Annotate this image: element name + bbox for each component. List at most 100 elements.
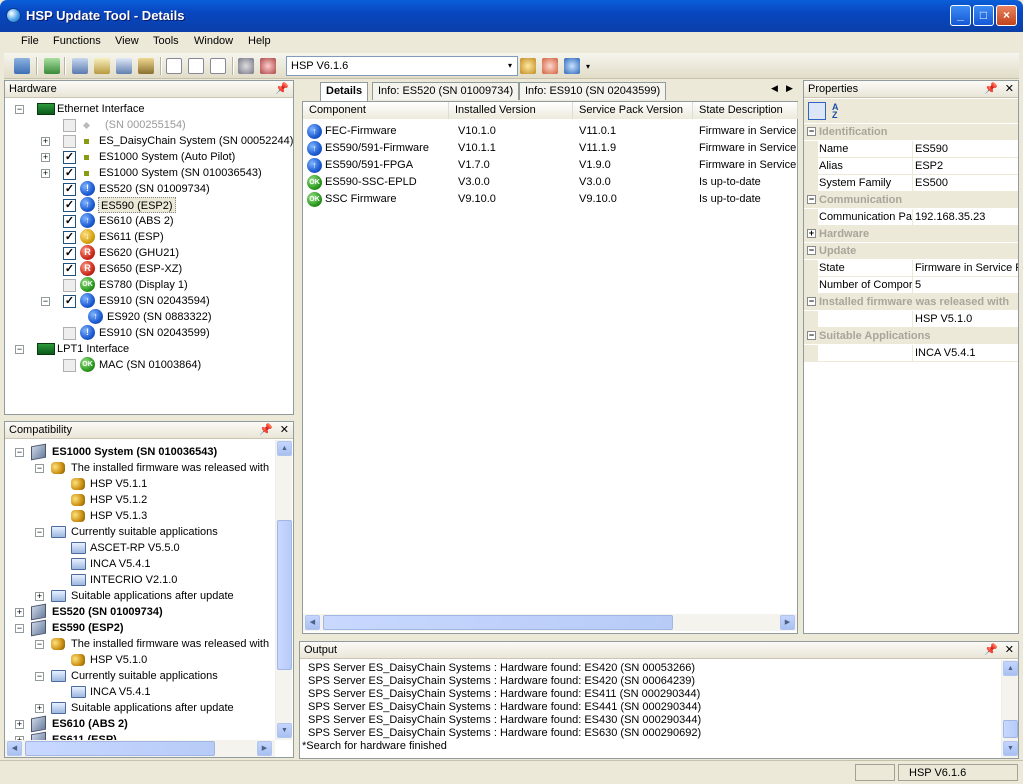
tree-item-es920[interactable]: ES920 (SN 0883322): [107, 309, 212, 325]
tree-item-es780[interactable]: ES780 (Display 1): [99, 277, 188, 293]
expand-toggle[interactable]: +: [35, 592, 44, 601]
checkbox[interactable]: [63, 279, 76, 292]
tab-info-es910[interactable]: Info: ES910 (SN 02043599): [519, 82, 667, 100]
toolbar-overflow-icon[interactable]: ▾: [586, 62, 590, 71]
column-header-installed[interactable]: Installed Version: [449, 102, 573, 119]
tab-scroll-left-icon[interactable]: ◀: [771, 83, 778, 94]
compat-current-apps[interactable]: Currently suitable applications: [71, 524, 218, 540]
minimize-button[interactable]: _: [950, 5, 971, 26]
checkbox[interactable]: [63, 135, 76, 148]
tree-item-es910-599[interactable]: ES910 (SN 02043599): [99, 325, 210, 341]
expand-toggle[interactable]: +: [15, 720, 24, 729]
tree-item-mac[interactable]: MAC (SN 01003864): [99, 357, 201, 373]
tree-item-es1000-sn[interactable]: ES1000 System (SN 010036543): [99, 165, 262, 181]
scroll-down-arrow[interactable]: ▼: [1003, 741, 1018, 756]
compat-firmware-released[interactable]: The installed firmware was released with: [71, 636, 269, 652]
tab-info-es520[interactable]: Info: ES520 (SN 01009734): [372, 82, 520, 100]
prop-state-value[interactable]: Firmware in Service P: [914, 260, 1018, 276]
report-icon[interactable]: [210, 58, 226, 74]
prop-alias-value[interactable]: ESP2: [914, 158, 943, 174]
scroll-down-arrow[interactable]: ▼: [277, 723, 292, 738]
column-header-component[interactable]: Component: [303, 102, 449, 119]
window-icon[interactable]: [116, 58, 132, 74]
hsp-tools-icon[interactable]: [520, 58, 536, 74]
pin-icon[interactable]: 📌: [984, 643, 998, 656]
menu-tools[interactable]: Tools: [153, 35, 179, 47]
collapse-toggle[interactable]: −: [35, 672, 44, 681]
compat-after-update[interactable]: Suitable applications after update: [71, 588, 234, 604]
collapse-toggle[interactable]: −: [15, 345, 24, 354]
categorized-icon[interactable]: [808, 102, 826, 120]
prop-released-value[interactable]: HSP V5.1.0: [914, 311, 972, 327]
scroll-up-arrow[interactable]: ▲: [277, 441, 292, 456]
collapse-toggle[interactable]: −: [15, 105, 24, 114]
scroll-left-arrow[interactable]: ◀: [305, 615, 320, 630]
checkbox[interactable]: [63, 359, 76, 372]
compat-es610[interactable]: ES610 (ABS 2): [52, 716, 128, 732]
compat-app[interactable]: INTECRIO V2.1.0: [90, 572, 177, 588]
scroll-right-arrow[interactable]: ▶: [780, 615, 795, 630]
tab-details[interactable]: Details: [320, 82, 369, 101]
pin-icon[interactable]: 📌: [259, 423, 273, 436]
menu-window[interactable]: Window: [194, 35, 233, 47]
update-icon[interactable]: [44, 58, 60, 74]
tree-item-es910-594[interactable]: ES910 (SN 02043594): [99, 293, 210, 309]
checkbox-checked[interactable]: ✓: [63, 199, 76, 212]
compat-es1000[interactable]: ES1000 System (SN 010036543): [52, 444, 217, 460]
settings-icon[interactable]: [238, 58, 254, 74]
compat-hsp[interactable]: HSP V5.1.0: [90, 652, 147, 668]
compat-app[interactable]: INCA V5.4.1: [90, 684, 151, 700]
hsp-version-combo[interactable]: HSP V6.1.6 ▾: [286, 56, 518, 76]
checkbox[interactable]: [63, 119, 76, 132]
compat-hsp[interactable]: HSP V5.1.1: [90, 476, 147, 492]
expand-toggle[interactable]: +: [41, 153, 50, 162]
scroll-right-arrow[interactable]: ▶: [257, 741, 272, 756]
cell-component[interactable]: ES590/591-Firmware: [325, 142, 429, 154]
scroll-up-arrow[interactable]: ▲: [1003, 661, 1018, 676]
compat-app[interactable]: ASCET-RP V5.5.0: [90, 540, 180, 556]
compat-current-apps[interactable]: Currently suitable applications: [71, 668, 218, 684]
close-icon[interactable]: ✕: [1005, 643, 1014, 656]
collapse-toggle[interactable]: −: [41, 297, 50, 306]
horizontal-scrollbar[interactable]: ◀ ▶: [303, 614, 797, 631]
info-icon[interactable]: [94, 58, 110, 74]
scroll-thumb[interactable]: [277, 520, 292, 670]
scroll-thumb[interactable]: [25, 741, 215, 756]
compat-es611[interactable]: ES611 (ESP): [52, 732, 117, 740]
menu-view[interactable]: View: [115, 35, 139, 47]
tree-item-ethernet[interactable]: Ethernet Interface: [57, 101, 144, 117]
tree-item-es611[interactable]: ES611 (ESP): [99, 229, 164, 245]
pin-icon[interactable]: 📌: [984, 82, 998, 95]
tree-item-lpt1[interactable]: LPT1 Interface: [57, 341, 129, 357]
cell-component[interactable]: ES590-SSC-EPLD: [325, 176, 417, 188]
prop-num-value[interactable]: 5: [914, 277, 921, 293]
checkbox-checked[interactable]: ✓: [63, 183, 76, 196]
checkbox-checked[interactable]: ✓: [63, 151, 76, 164]
compat-hsp[interactable]: HSP V5.1.2: [90, 492, 147, 508]
expand-toggle[interactable]: +: [41, 137, 50, 146]
menu-help[interactable]: Help: [248, 35, 271, 47]
expand-toggle[interactable]: +: [15, 608, 24, 617]
copy-icon[interactable]: [188, 58, 204, 74]
collapse-toggle[interactable]: −: [35, 640, 44, 649]
menu-file[interactable]: File: [21, 35, 39, 47]
checkbox-checked[interactable]: ✓: [63, 215, 76, 228]
menu-functions[interactable]: Functions: [53, 35, 101, 47]
compat-app[interactable]: INCA V5.4.1: [90, 556, 151, 572]
tree-item-sn-000255154[interactable]: (SN 000255154): [105, 117, 186, 133]
cell-component[interactable]: ES590/591-FPGA: [325, 159, 413, 171]
tree-item-es610[interactable]: ES610 (ABS 2): [99, 213, 174, 229]
cell-component[interactable]: FEC-Firmware: [325, 125, 397, 137]
pin-icon[interactable]: 📌: [275, 82, 289, 95]
tree-item-es520[interactable]: ES520 (SN 01009734): [99, 181, 210, 197]
collapse-toggle[interactable]: −: [15, 624, 24, 633]
compat-es520[interactable]: ES520 (SN 01009734): [52, 604, 163, 620]
chevron-down-icon[interactable]: ▾: [503, 57, 517, 75]
prop-comm-value[interactable]: 192.168.35.23: [914, 209, 985, 225]
title-bar[interactable]: HSP Update Tool - Details _ □ ×: [0, 0, 1023, 32]
prop-apps-value[interactable]: INCA V5.4.1: [914, 345, 976, 361]
tree-item-es650[interactable]: ES650 (ESP-XZ): [99, 261, 182, 277]
close-icon[interactable]: ✕: [1005, 82, 1014, 95]
checkbox-checked[interactable]: ✓: [63, 231, 76, 244]
checkbox-checked[interactable]: ✓: [63, 247, 76, 260]
